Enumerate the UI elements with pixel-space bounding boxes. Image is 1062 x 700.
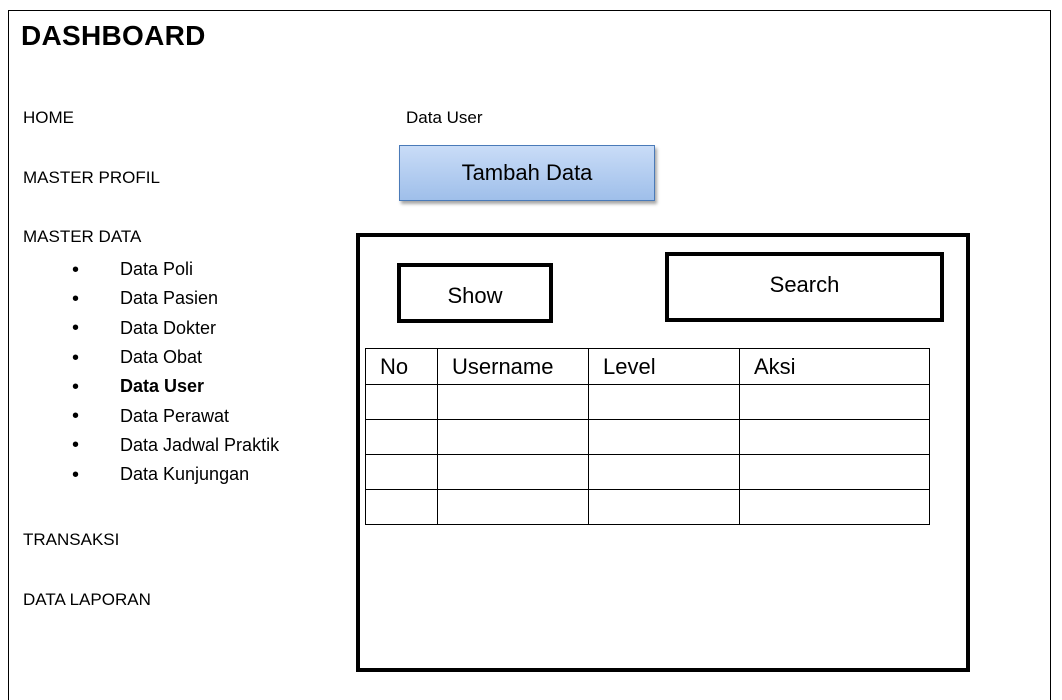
bullet-icon: •: [72, 434, 80, 457]
bullet-icon: •: [72, 287, 80, 310]
master-data-submenu: • Data Poli • Data Pasien • Data Dokter • Da…: [70, 255, 279, 489]
section-title: Data User: [406, 108, 483, 127]
submenu-item-label: Data Jadwal Praktik: [120, 434, 280, 455]
table-header-row: No Username Level Aksi: [365, 348, 930, 385]
table-row: [365, 489, 930, 525]
table-cell: [739, 489, 930, 525]
table-row: [365, 384, 930, 420]
submenu-item-label: Data User: [120, 376, 205, 397]
table-cell: [365, 454, 438, 490]
submenu-item-label: Data Kunjungan: [120, 464, 250, 485]
column-header-no[interactable]: No: [365, 348, 438, 385]
nav-data-laporan[interactable]: DATA LAPORAN: [23, 590, 151, 610]
table-cell: [365, 384, 438, 420]
nav-transaksi[interactable]: TRANSAKSI: [23, 530, 119, 550]
bullet-icon: •: [72, 405, 80, 428]
submenu-item-data-dokter[interactable]: • Data Dokter: [70, 314, 279, 343]
table-cell: [437, 419, 589, 455]
column-header-level[interactable]: Level: [588, 348, 740, 385]
column-header-aksi[interactable]: Aksi: [739, 348, 930, 385]
show-entries-select[interactable]: Show: [397, 263, 553, 323]
submenu-item-data-perawat[interactable]: • Data Perawat: [70, 401, 279, 430]
table-cell: [739, 419, 930, 455]
add-data-button[interactable]: Tambah Data: [399, 145, 655, 201]
column-header-username[interactable]: Username: [437, 348, 589, 385]
table-cell: [739, 384, 930, 420]
user-table: No Username Level Aksi: [365, 348, 930, 525]
table-cell: [588, 454, 740, 490]
table-cell: [365, 489, 438, 525]
table-row: [365, 454, 930, 490]
table-cell: [437, 454, 589, 490]
bullet-icon: •: [72, 463, 80, 486]
submenu-item-data-poli[interactable]: • Data Poli: [70, 255, 279, 284]
nav-master-data[interactable]: MASTER DATA: [23, 227, 141, 247]
bullet-icon: •: [72, 375, 80, 398]
table-cell: [365, 419, 438, 455]
table-cell: [437, 384, 589, 420]
submenu-item-data-pasien[interactable]: • Data Pasien: [70, 284, 279, 313]
submenu-item-label: Data Poli: [120, 259, 194, 280]
submenu-item-data-jadwal-praktik[interactable]: • Data Jadwal Praktik: [70, 431, 279, 460]
nav-master-profil[interactable]: MASTER PROFIL: [23, 168, 160, 188]
bullet-icon: •: [72, 258, 80, 281]
table-cell: [739, 454, 930, 490]
table-cell: [588, 384, 740, 420]
submenu-item-data-obat[interactable]: • Data Obat: [70, 343, 279, 372]
submenu-item-label: Data Perawat: [120, 405, 230, 426]
submenu-item-label: Data Obat: [120, 347, 203, 368]
submenu-item-data-kunjungan[interactable]: • Data Kunjungan: [70, 460, 279, 489]
submenu-item-label: Data Dokter: [120, 317, 217, 338]
bullet-icon: •: [72, 346, 80, 369]
table-cell: [588, 489, 740, 525]
nav-home[interactable]: HOME: [23, 108, 74, 128]
submenu-item-data-user[interactable]: • Data User: [70, 372, 279, 401]
table-cell: [437, 489, 589, 525]
table-row: [365, 419, 930, 455]
search-input[interactable]: Search: [665, 252, 944, 322]
app-title: DASHBOARD: [21, 20, 206, 51]
bullet-icon: •: [72, 317, 80, 340]
submenu-item-label: Data Pasien: [120, 288, 219, 309]
table-cell: [588, 419, 740, 455]
